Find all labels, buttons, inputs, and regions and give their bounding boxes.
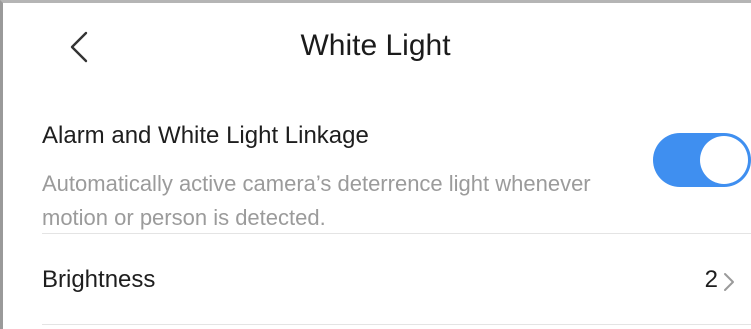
alarm-linkage-title: Alarm and White Light Linkage	[42, 122, 369, 149]
brightness-row[interactable]: Brightness 2	[0, 236, 751, 324]
divider	[42, 233, 751, 234]
alarm-linkage-description: Automatically active camera’s deterrence…	[42, 171, 591, 230]
brightness-value: 2	[704, 266, 718, 293]
alarm-linkage-row: Alarm and White Light Linkage Automatica…	[0, 100, 751, 234]
toggle-knob	[700, 136, 748, 184]
chevron-right-icon	[724, 273, 734, 291]
brightness-label: Brightness	[42, 266, 156, 293]
page-title: White Light	[300, 29, 451, 62]
navigation-bar: White Light	[0, 0, 751, 90]
alarm-linkage-toggle[interactable]	[653, 133, 751, 187]
divider	[42, 324, 751, 325]
